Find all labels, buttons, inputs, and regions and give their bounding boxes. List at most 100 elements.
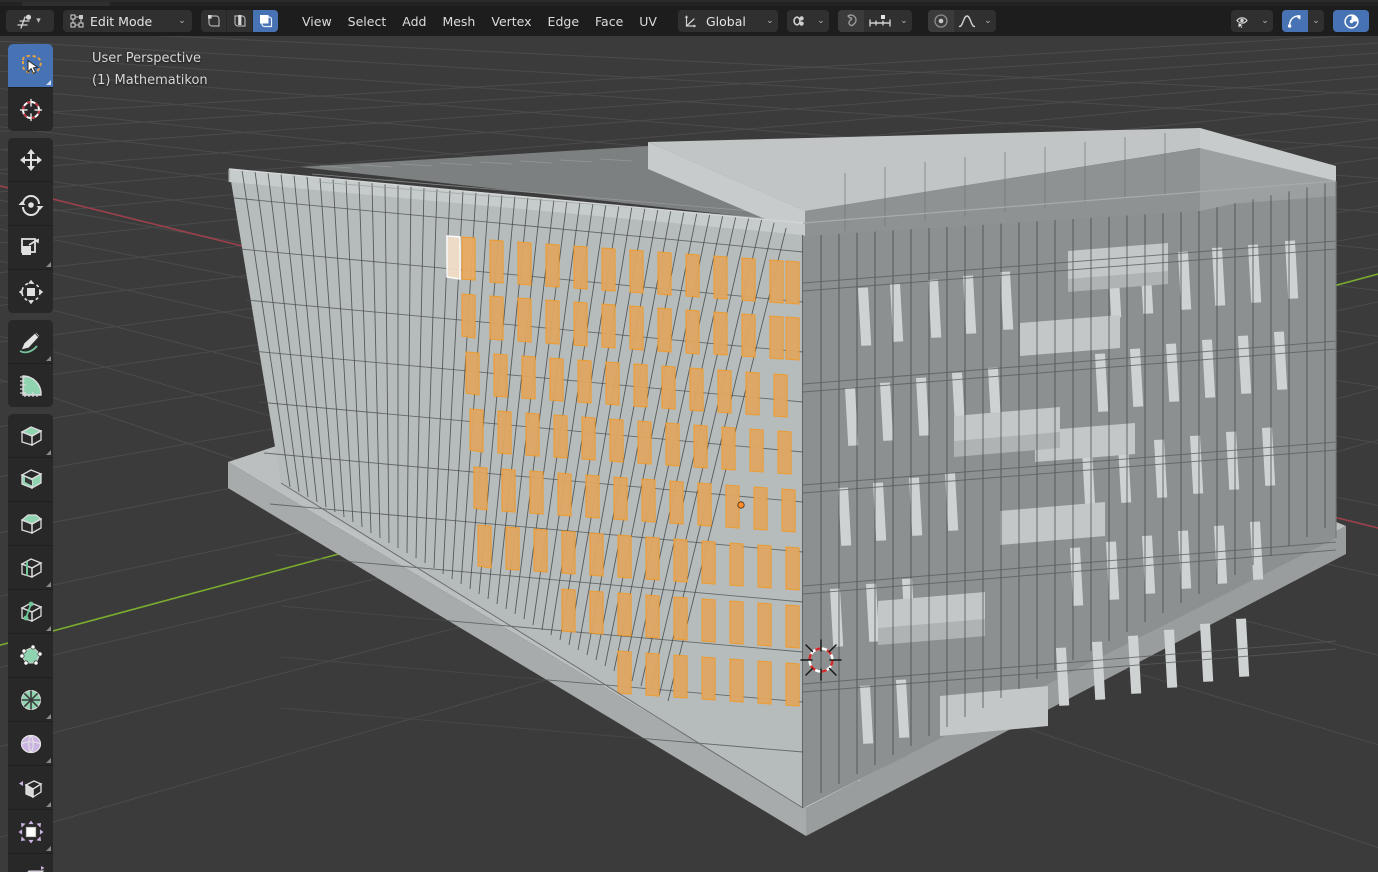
gizmo-arrow-icon[interactable] [1282, 10, 1308, 32]
mesh-select-mode-group [201, 10, 278, 32]
chevron-down-icon: ⌄ [178, 16, 186, 26]
tool-shrink-fatten[interactable] [8, 809, 53, 853]
tool-submenu-indicator [46, 80, 51, 85]
transform-icon [18, 279, 43, 304]
tool-submenu-indicator [46, 714, 51, 719]
tool-submenu-indicator [46, 356, 51, 361]
menu-uv[interactable]: UV [631, 10, 665, 32]
edge-select-icon [233, 15, 246, 27]
tool-extrude-region[interactable] [8, 414, 53, 457]
edge-select-mode[interactable] [226, 10, 252, 32]
chevron-down-icon[interactable]: ⌄ [1257, 10, 1273, 32]
snap-options-group[interactable]: ⌄ [837, 10, 912, 32]
overlays-circle-icon [1343, 13, 1359, 29]
vertex-select-icon [207, 15, 220, 27]
face-select-mode[interactable] [252, 10, 278, 32]
show-overlays-toggle[interactable] [1333, 10, 1369, 32]
tool-inset-faces[interactable] [8, 457, 53, 501]
mode-label: Edit Mode [90, 13, 153, 29]
orientation-axes-icon [678, 10, 704, 32]
toolbar-group-annotate [8, 320, 53, 407]
active-vertex-dot [737, 501, 745, 509]
proportional-editing-icon[interactable] [927, 10, 954, 32]
tool-shear[interactable] [8, 853, 53, 872]
cursor-3d-icon [19, 98, 42, 121]
move-arrows-icon [19, 148, 42, 171]
tool-submenu-indicator [46, 802, 51, 807]
smooth-icon [20, 734, 41, 753]
blender-window: ▾ Edit Mode ⌄ View Select Add Mesh Verte… [0, 0, 1378, 872]
scale-icon [20, 237, 39, 255]
chevron-down-icon[interactable]: ⌄ [813, 10, 829, 32]
viewport-header: ▾ Edit Mode ⌄ View Select Add Mesh Verte… [0, 6, 1378, 36]
chevron-down-icon[interactable]: ⌄ [980, 10, 996, 32]
measure-ruler-icon [19, 374, 42, 397]
3d-viewport[interactable]: User Perspective (1) Mathematikon [0, 36, 1378, 872]
loop-cut-icon [19, 557, 43, 578]
snap-magnet-toggle-icon[interactable] [837, 10, 864, 32]
menu-add[interactable]: Add [394, 10, 434, 32]
menu-mesh[interactable]: Mesh [434, 10, 483, 32]
toolbar-group-select [8, 44, 53, 131]
tool-knife[interactable] [8, 589, 53, 633]
edit-mode-icon [70, 14, 84, 28]
chevron-down-icon[interactable]: ⌄ [896, 10, 912, 32]
shrink-fatten-icon [18, 820, 43, 843]
transform-orientation-selector[interactable]: Global ⌄ [677, 10, 778, 32]
shear-icon [26, 865, 44, 872]
tool-cursor[interactable] [8, 87, 53, 131]
toolbar-group-transform [8, 138, 53, 313]
tool-measure[interactable] [8, 363, 53, 407]
tool-rotate[interactable] [8, 181, 53, 225]
tool-submenu-indicator [46, 626, 51, 631]
tool-submenu-indicator [46, 262, 51, 267]
viewport-scene [0, 36, 1378, 872]
spin-icon [20, 689, 41, 710]
snapping-popover[interactable]: ⌄ [786, 10, 829, 32]
inset-faces-icon [19, 468, 43, 489]
tool-loop-cut[interactable] [8, 545, 53, 589]
show-gizmo-toggle[interactable]: ⌄ [1282, 10, 1324, 32]
viewport-menu-bar: View Select Add Mesh Vertex Edge Face UV [294, 10, 665, 32]
face-select-icon [259, 15, 272, 28]
tool-bevel[interactable] [8, 501, 53, 545]
eye-cursor-icon[interactable] [1231, 10, 1257, 32]
edge-slide-icon [18, 779, 42, 798]
knife-icon [19, 601, 43, 622]
tool-transform[interactable] [8, 269, 53, 313]
tool-tweak-select-box[interactable] [8, 44, 53, 87]
tool-submenu-indicator [46, 450, 51, 455]
editor-type-3d-viewport-icon[interactable]: ▾ [6, 10, 54, 32]
smooth-falloff-curve-icon[interactable] [954, 10, 980, 32]
chevron-down-icon: ⌄ [766, 16, 774, 26]
annotate-pencil-icon [19, 330, 41, 353]
chevron-down-icon[interactable]: ⌄ [1308, 10, 1324, 32]
viewport-toolbar [8, 44, 53, 872]
tool-submenu-indicator [46, 846, 51, 851]
menu-vertex[interactable]: Vertex [483, 10, 539, 32]
rotate-icon [18, 194, 43, 216]
tool-scale[interactable] [8, 225, 53, 269]
menu-edge[interactable]: Edge [540, 10, 587, 32]
tool-submenu-indicator [46, 582, 51, 587]
extrude-region-icon [19, 425, 43, 446]
tool-edge-slide[interactable] [8, 765, 53, 809]
tool-smooth[interactable] [8, 721, 53, 765]
menu-view[interactable]: View [294, 10, 340, 32]
magnet-icon[interactable] [787, 10, 813, 32]
tool-annotate[interactable] [8, 320, 53, 363]
tool-submenu-indicator [46, 758, 51, 763]
menu-select[interactable]: Select [340, 10, 395, 32]
visibility-selectability-toggle[interactable]: ⌄ [1231, 10, 1273, 32]
tool-spin[interactable] [8, 677, 53, 721]
snap-increment-icon[interactable] [864, 10, 896, 32]
toolbar-group-mesh [8, 414, 53, 872]
tool-move[interactable] [8, 138, 53, 181]
proportional-editing-group[interactable]: ⌄ [927, 10, 996, 32]
transform-orientation-label: Global [705, 13, 746, 29]
vertex-select-mode[interactable] [201, 10, 226, 32]
mode-selector[interactable]: Edit Mode ⌄ [63, 10, 192, 32]
menu-face[interactable]: Face [587, 10, 631, 32]
tool-poly-build[interactable] [8, 633, 53, 677]
active-face [446, 235, 461, 280]
